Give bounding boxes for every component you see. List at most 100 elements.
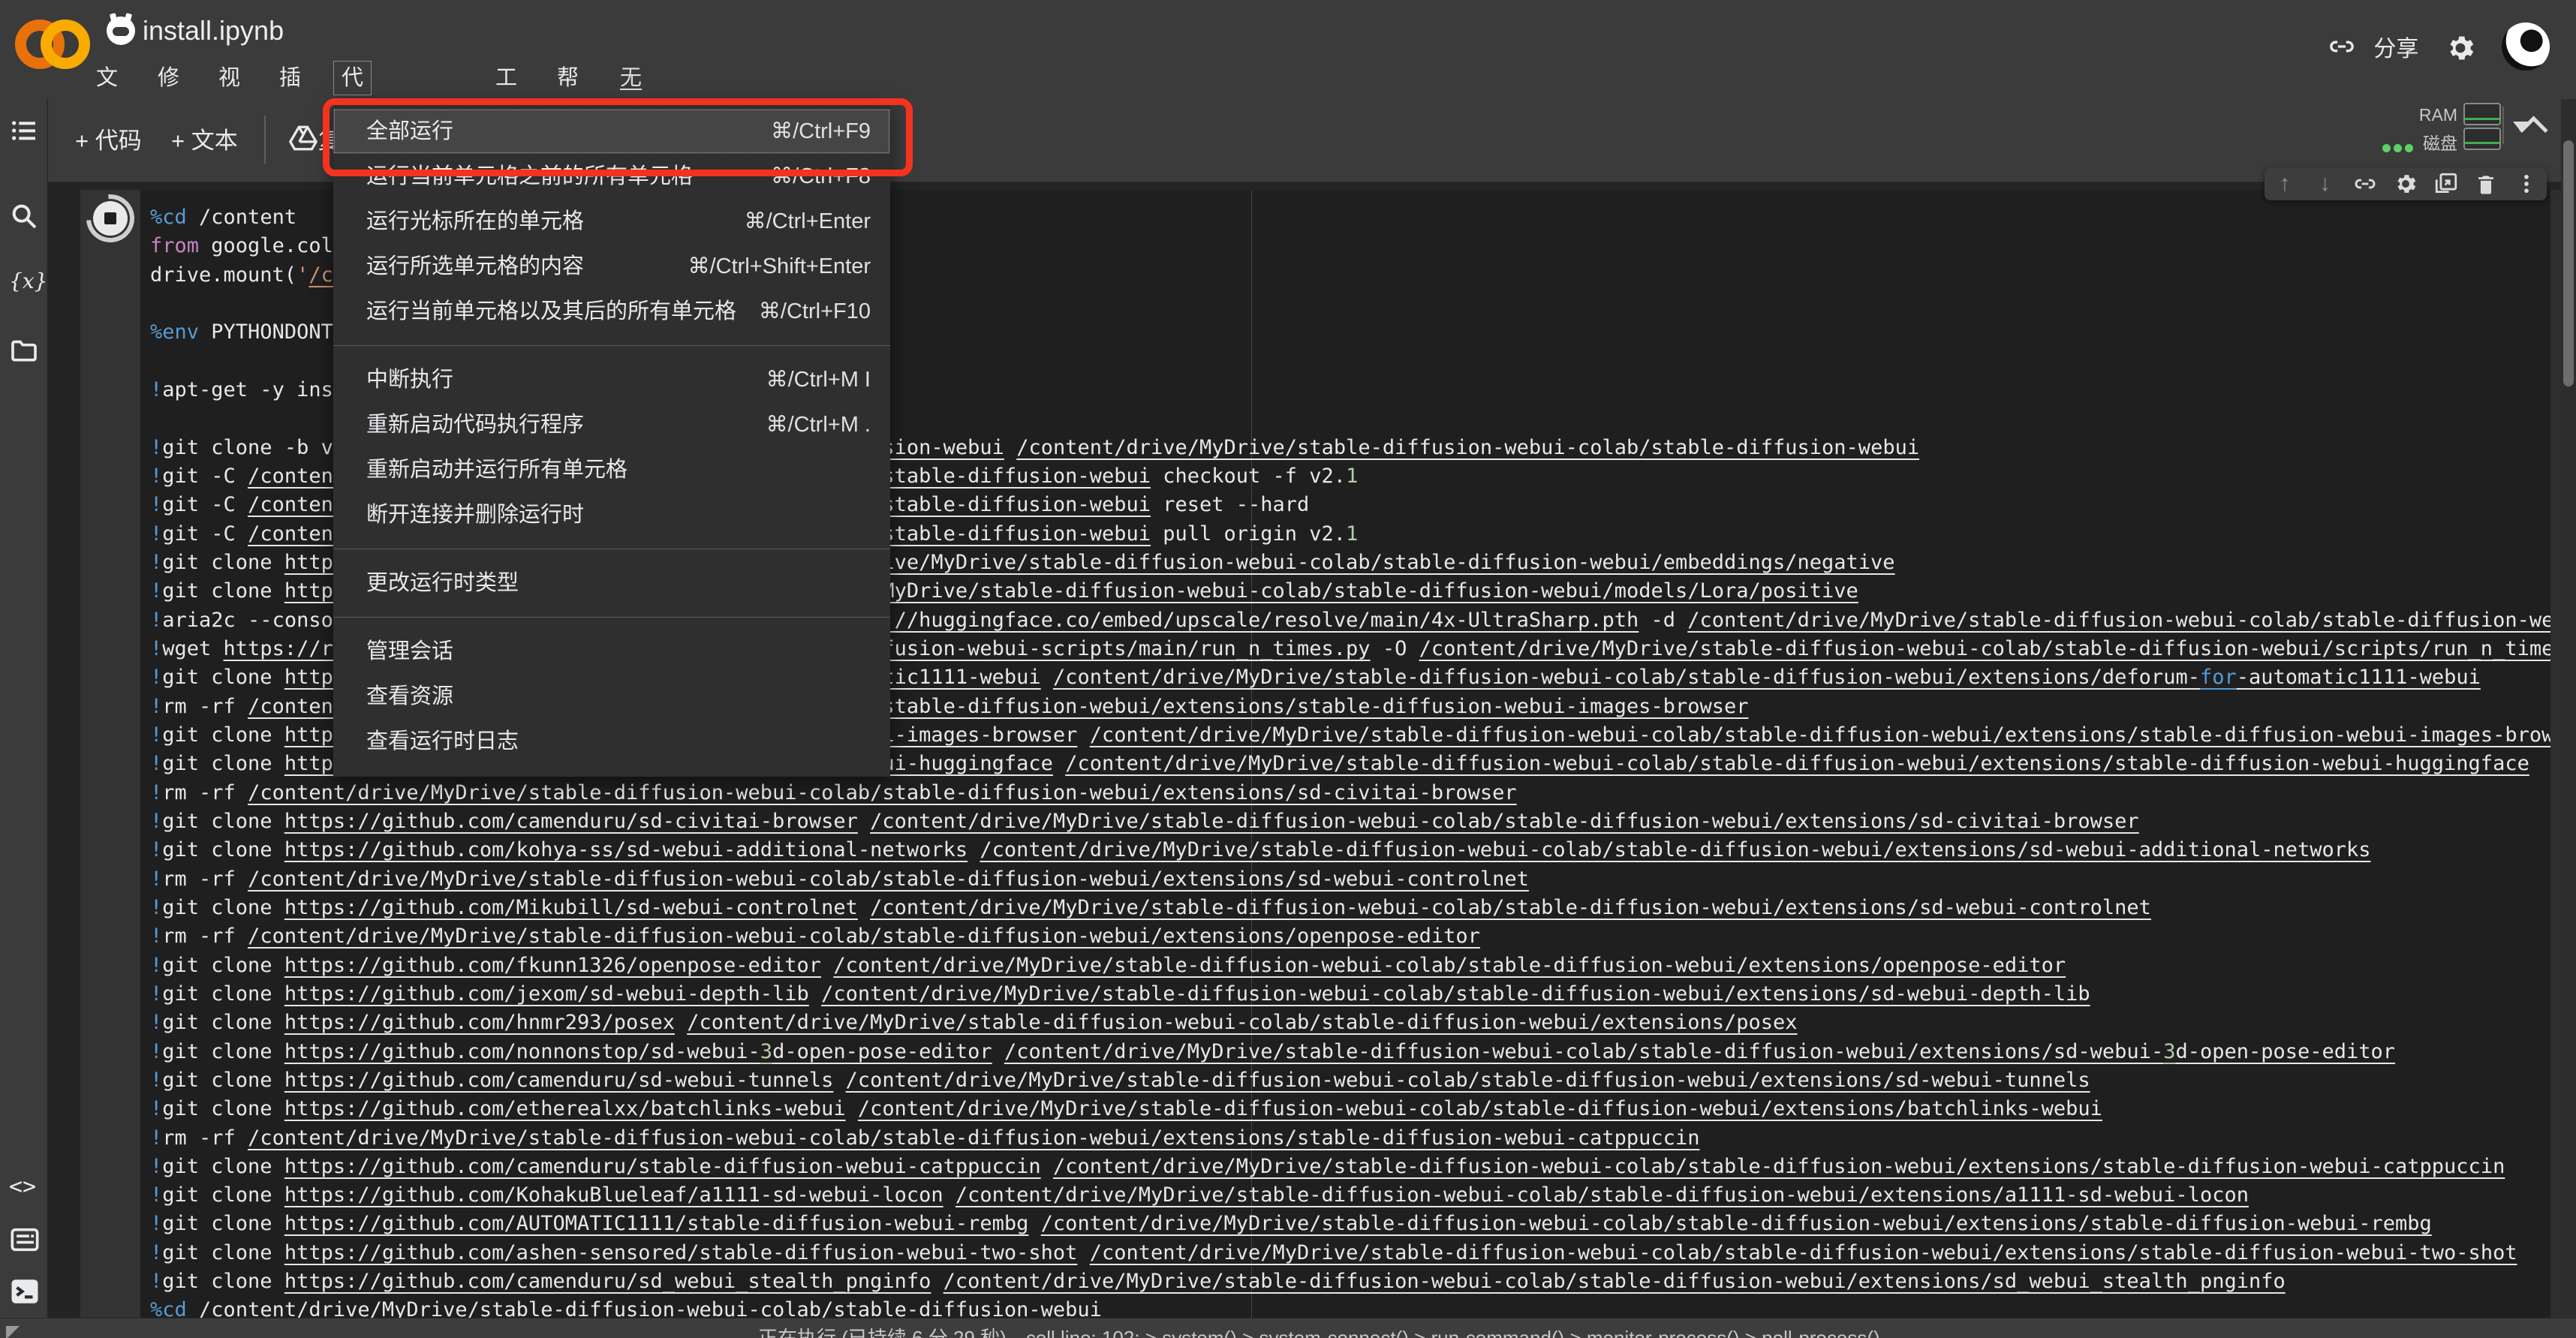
menu-help[interactable]: 帮助 xyxy=(549,62,586,95)
code-line[interactable]: !git clone https://github.com/nonnonstop… xyxy=(150,1038,2561,1066)
code-token xyxy=(968,838,980,861)
code-token xyxy=(992,1040,1004,1063)
menu-item-重新启动并运行所有单元格[interactable]: 重新启动并运行所有单元格 xyxy=(333,447,890,492)
code-line[interactable]: !git clone https://github.com/Mikubill/s… xyxy=(150,894,2561,922)
cell-settings-gear-icon[interactable] xyxy=(2393,171,2418,197)
code-token xyxy=(675,1011,687,1034)
move-cell-up-icon[interactable]: ↑ xyxy=(2272,171,2298,197)
code-token: -d xyxy=(1639,609,1687,632)
menu-item-重新启动代码执行程序[interactable]: 重新启动代码执行程序⌘/Ctrl+M . xyxy=(333,402,890,447)
share-button[interactable]: 分享 xyxy=(2327,30,2418,65)
menu-item-label: 重新启动代码执行程序 xyxy=(366,413,584,437)
github-icon xyxy=(107,17,135,45)
menu-item-断开连接并删除运行时[interactable]: 断开连接并删除运行时 xyxy=(333,492,890,537)
menu-item-更改运行时类型[interactable]: 更改运行时类型 xyxy=(333,561,890,606)
code-token: /content/drive/MyDrive/stable-diffusion-… xyxy=(199,1298,1102,1318)
avatar[interactable] xyxy=(2502,23,2550,71)
code-line[interactable]: !git clone https://github.com/fkunn1326/… xyxy=(150,952,2561,980)
code-token: /content/drive/MyDrive/stable-diffusion-… xyxy=(821,982,2090,1006)
code-line[interactable]: !git clone https://github.com/camenduru/… xyxy=(150,1153,2561,1181)
code-line[interactable]: !rm -rf /content/drive/MyDrive/stable-di… xyxy=(150,779,2561,807)
add-code-button[interactable]: + 代码 xyxy=(75,122,142,155)
code-line[interactable]: !git clone https://github.com/kohya-ss/s… xyxy=(150,836,2561,864)
code-line[interactable]: !git clone https://github.com/ashen-sens… xyxy=(150,1239,2561,1267)
code-line[interactable]: !git clone https://github.com/camenduru/… xyxy=(150,807,2561,836)
code-token: %cd xyxy=(150,206,187,229)
code-token: ! xyxy=(150,378,162,401)
code-token: ! xyxy=(150,666,162,689)
colab-logo-right-ring xyxy=(41,20,90,69)
stop-cell-button[interactable] xyxy=(86,194,134,242)
menu-tools[interactable]: 工具 xyxy=(488,62,525,95)
menu-runtime[interactable]: 代码执行程序 xyxy=(334,62,371,95)
code-snippets-icon[interactable]: <> xyxy=(9,1174,39,1204)
move-cell-down-icon[interactable]: ↓ xyxy=(2313,171,2338,197)
menu-item-查看资源[interactable]: 查看资源 xyxy=(333,674,890,719)
code-token: https://github.com/kohya-ss/sd-webui-add… xyxy=(284,838,968,861)
code-token: ! xyxy=(150,982,162,1006)
delete-cell-trash-icon[interactable] xyxy=(2473,171,2499,197)
menu-insert[interactable]: 插入 xyxy=(272,62,308,95)
code-token: git -C xyxy=(162,493,248,516)
menu-item-查看运行时日志[interactable]: 查看运行时日志 xyxy=(333,719,890,764)
code-token: https://huggingface.co/embed/upscale/res… xyxy=(821,609,1639,632)
code-line[interactable]: !rm -rf /content/drive/MyDrive/stable-di… xyxy=(150,865,2561,894)
code-token: ! xyxy=(150,954,162,977)
editor-scrollbar[interactable] xyxy=(2550,190,2561,1318)
menu-item-运行所选单元格的内容[interactable]: 运行所选单元格的内容⌘/Ctrl+Shift+Enter xyxy=(333,244,890,289)
menu-item-运行当前单元格以及其后的所有单元格[interactable]: 运行当前单元格以及其后的所有单元格⌘/Ctrl+F10 xyxy=(333,289,890,334)
resize-corner-icon xyxy=(6,1326,20,1338)
terminal-icon[interactable] xyxy=(9,1276,39,1306)
copy-link-to-cell-icon[interactable] xyxy=(2352,171,2378,197)
variables-icon[interactable]: {x} xyxy=(9,269,39,299)
code-line[interactable]: !git clone https://github.com/KohakuBlue… xyxy=(150,1181,2561,1210)
code-token: ! xyxy=(150,493,162,516)
menu-file[interactable]: 文件 xyxy=(89,62,125,95)
search-icon[interactable] xyxy=(9,201,39,231)
code-token: /content/drive/MyDrive/stable-diffusion-… xyxy=(1065,752,2529,775)
code-token: ! xyxy=(150,723,162,747)
code-line[interactable]: !rm -rf /content/drive/MyDrive/stable-di… xyxy=(150,1124,2561,1153)
code-token: git clone xyxy=(162,896,284,919)
code-token: for xyxy=(2200,666,2237,689)
code-line[interactable]: !git clone https://github.com/camenduru/… xyxy=(150,1066,2561,1095)
code-line[interactable]: %cd /content/drive/MyDrive/stable-diffus… xyxy=(150,1296,2561,1318)
code-token: /content/drive/MyDrive/stable-diffusion-… xyxy=(1041,1212,2432,1235)
menu-item-shortcut: ⌘/Ctrl+M I xyxy=(766,357,871,402)
code-token: rm -rf xyxy=(162,1126,248,1150)
code-token: /content/drive/MyDrive/stable-diffusion-… xyxy=(1419,637,2561,660)
code-token: https://github.com/jexom/sd-webui-depth-… xyxy=(284,982,809,1006)
open-in-tab-icon[interactable] xyxy=(2433,171,2459,197)
menu-item-中断执行[interactable]: 中断执行⌘/Ctrl+M I xyxy=(333,357,890,402)
menu-edit[interactable]: 修改 xyxy=(150,62,187,95)
notebook-title[interactable]: install.ipynb xyxy=(143,15,284,47)
code-line[interactable]: !git clone https://github.com/etherealxx… xyxy=(150,1095,2561,1123)
code-token: https://github.com/etherealxx/batchlinks… xyxy=(284,1097,846,1120)
table-of-contents-icon[interactable] xyxy=(9,116,39,146)
code-line[interactable]: !git clone https://github.com/AUTOMATIC1… xyxy=(150,1210,2561,1238)
settings-gear-icon[interactable] xyxy=(2444,32,2477,65)
menu-item-运行光标所在的单元格[interactable]: 运行光标所在的单元格⌘/Ctrl+Enter xyxy=(333,199,890,244)
save-status[interactable]: 无法保存更改 xyxy=(612,62,649,95)
menu-item-管理会话[interactable]: 管理会话 xyxy=(333,629,890,674)
code-token xyxy=(809,982,821,1006)
add-text-button[interactable]: + 文本 xyxy=(171,122,238,155)
page-scrollbar-thumb[interactable] xyxy=(2563,140,2574,386)
code-token xyxy=(846,1097,858,1120)
cell-more-options-kebab-icon[interactable] xyxy=(2514,171,2539,197)
menu-view[interactable]: 视图 xyxy=(211,62,248,95)
command-palette-icon[interactable] xyxy=(9,1225,39,1255)
code-token xyxy=(187,1298,199,1318)
code-line[interactable]: !git clone https://github.com/hnmr293/po… xyxy=(150,1009,2561,1037)
code-token: git clone xyxy=(162,954,284,977)
code-line[interactable]: !git clone https://github.com/jexom/sd-w… xyxy=(150,980,2561,1009)
files-folder-icon[interactable] xyxy=(9,336,39,366)
code-token: ! xyxy=(150,1155,162,1178)
code-token: git clone xyxy=(162,1183,284,1207)
code-line[interactable]: !rm -rf /content/drive/MyDrive/stable-di… xyxy=(150,922,2561,951)
code-token: ! xyxy=(150,838,162,861)
code-line[interactable]: !git clone https://github.com/camenduru/… xyxy=(150,1267,2561,1296)
colab-logo-icon[interactable] xyxy=(15,18,78,72)
code-token: %cd xyxy=(150,1298,187,1318)
code-token: /content/drive/MyDrive/stable-diffusion-… xyxy=(858,1097,2102,1120)
